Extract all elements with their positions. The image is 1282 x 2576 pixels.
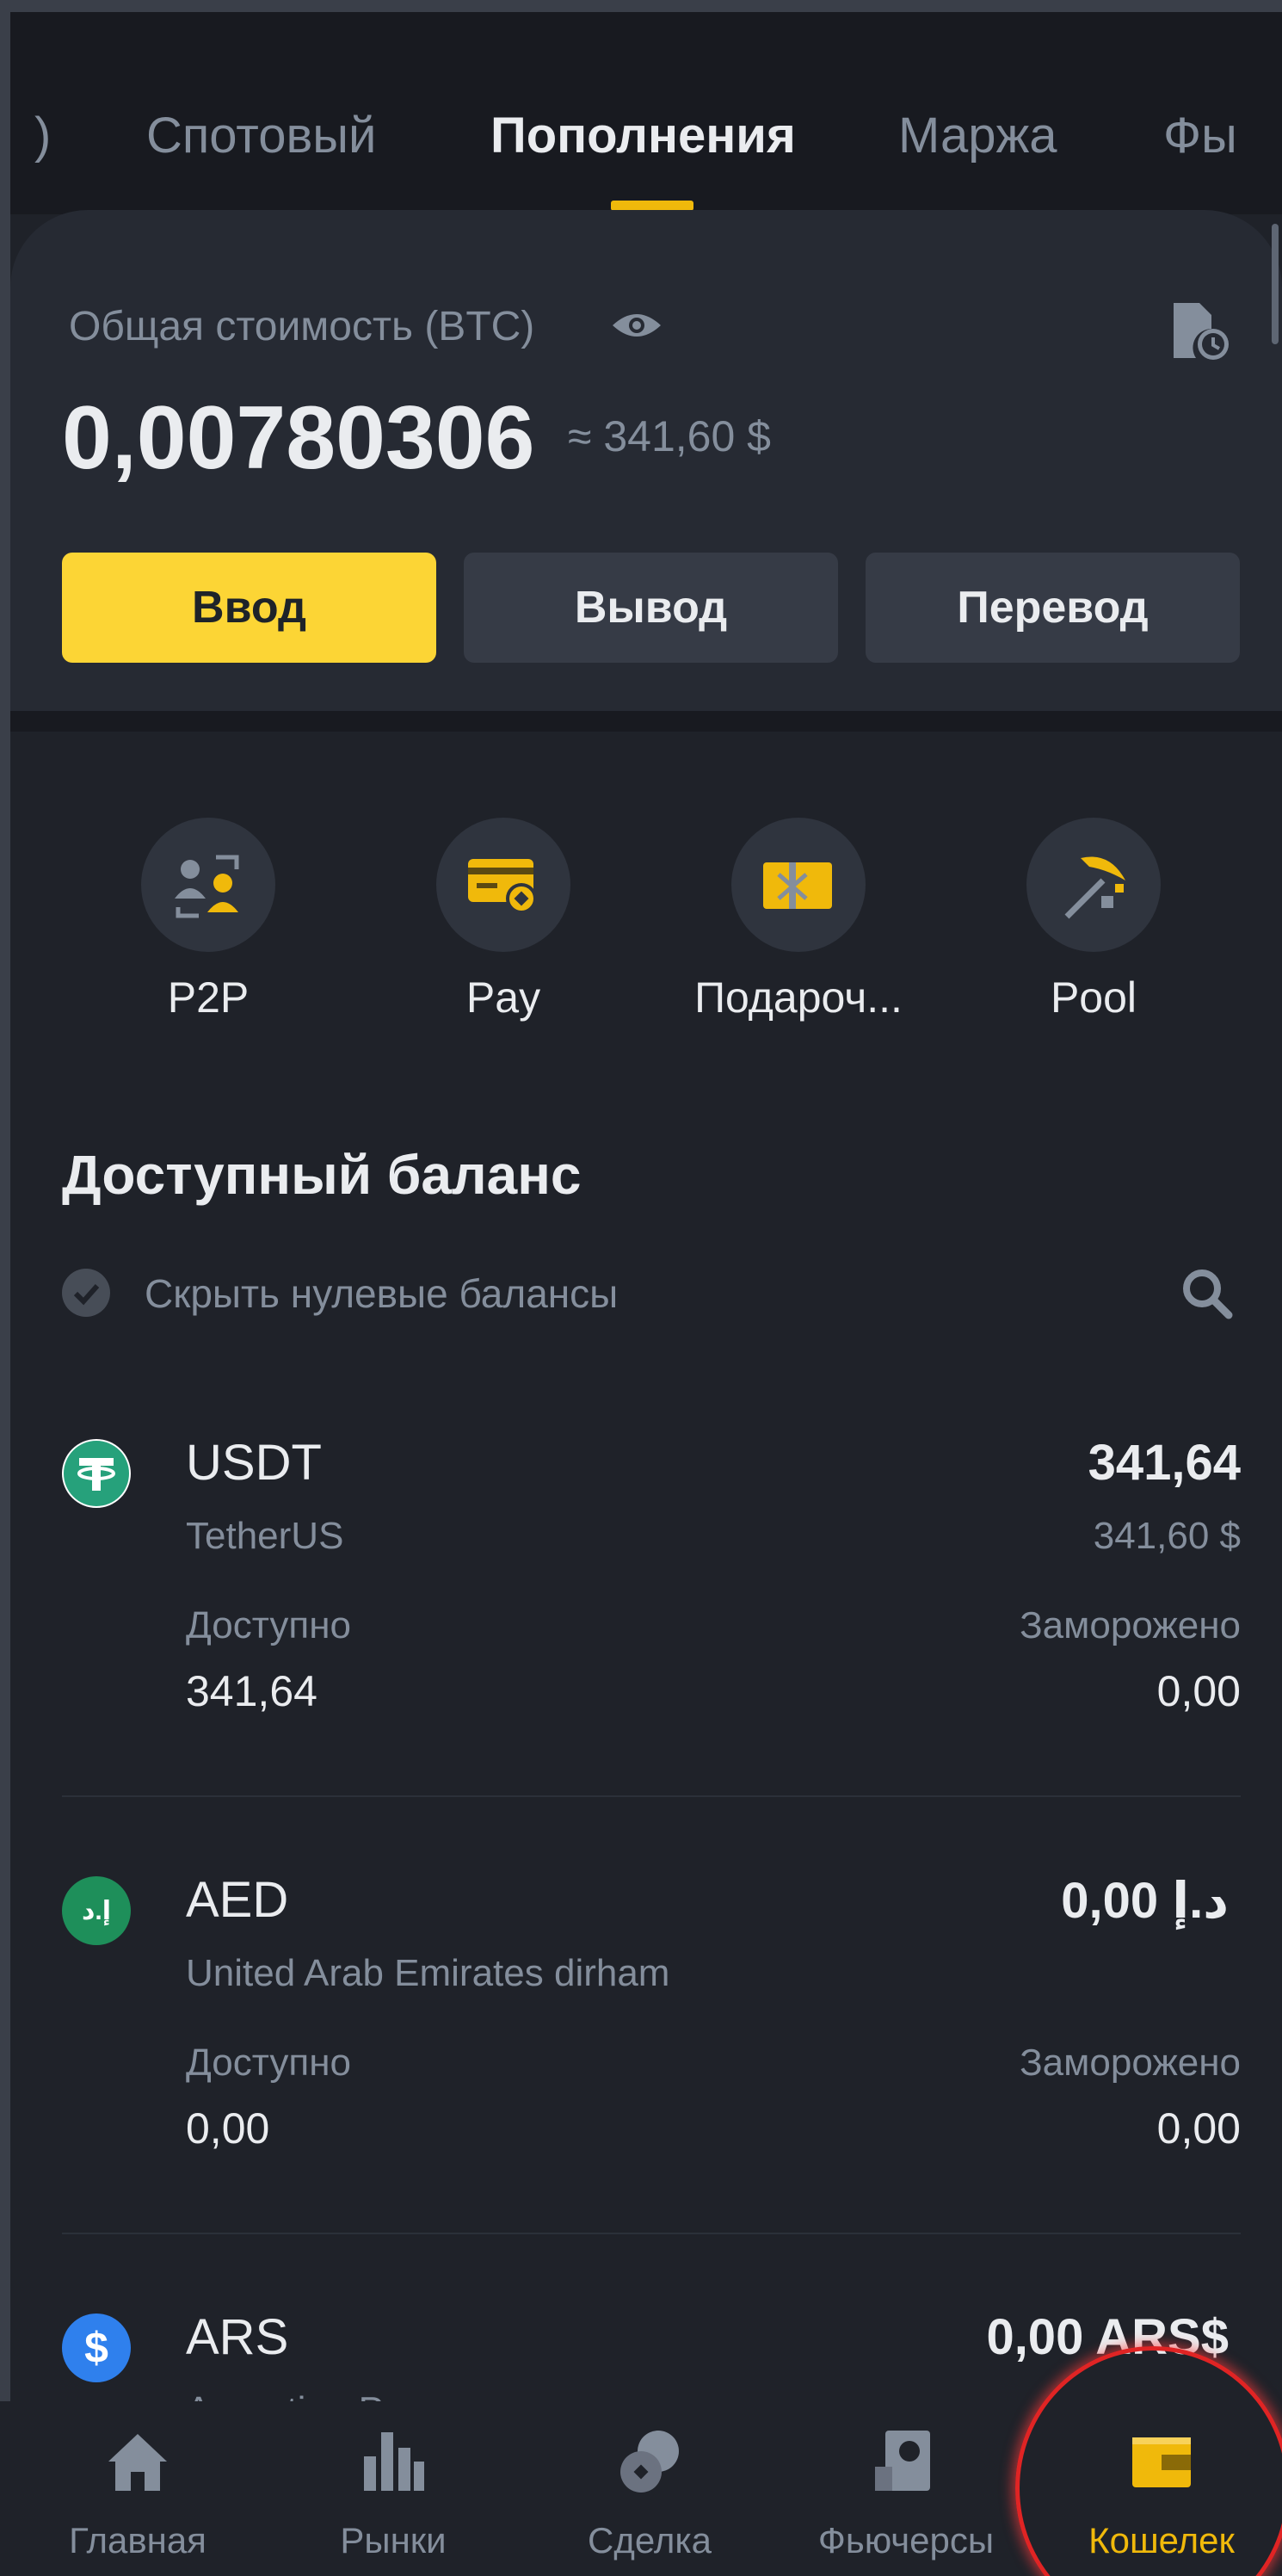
asset-divider (62, 2233, 1241, 2234)
hide-zero-label[interactable]: Скрыть нулевые балансы (145, 1270, 618, 1317)
asset-symbol: ARS (186, 2309, 289, 2365)
futures-icon (875, 2431, 930, 2491)
asset-row-usdt[interactable]: USDT TetherUS 341,64 341,60 $ Доступно 3… (62, 1435, 1241, 1732)
nav-trade-label: Сделка (588, 2520, 712, 2561)
withdraw-button[interactable]: Вывод (464, 553, 838, 663)
asset-row-aed[interactable]: إ.د AED United Arab Emirates dirham 0,00… (62, 1872, 1241, 2169)
asset-name: TetherUS (186, 1515, 344, 1557)
quick-gift-card[interactable]: Подароч... (661, 818, 936, 1033)
p2p-icon (141, 818, 275, 952)
trade-icon (620, 2431, 679, 2493)
nav-home[interactable]: Главная (13, 2427, 262, 2573)
section-separator (10, 711, 1282, 732)
hide-zero-checkbox[interactable] (62, 1269, 110, 1317)
nav-markets-label: Рынки (340, 2520, 447, 2561)
transfer-button[interactable]: Перевод (866, 553, 1240, 663)
tab-spot[interactable]: Спотовый (146, 107, 376, 164)
tab-funding[interactable]: Пополнения (490, 107, 796, 164)
asset-symbol: USDT (186, 1435, 322, 1491)
nav-futures[interactable]: Фьючерсы (781, 2427, 1031, 2573)
quick-gift-card-label: Подароч... (694, 973, 903, 1022)
nav-trade[interactable]: Сделка (525, 2427, 774, 2573)
check-icon (73, 1284, 100, 1306)
asset-symbol: AED (186, 1872, 289, 1928)
tab-margin[interactable]: Маржа (898, 107, 1057, 164)
frozen-label: Заморожено (1020, 2042, 1241, 2084)
wallet-tabs: ) Спотовый Пополнения Маржа Фы (10, 12, 1282, 214)
total-usd-value: ≈ 341,60 $ (568, 412, 771, 460)
pickaxe-icon (1026, 818, 1161, 952)
home-icon (108, 2434, 167, 2491)
history-icon[interactable] (1170, 294, 1230, 363)
frozen-value: 0,00 (1156, 2104, 1241, 2153)
quick-p2p[interactable]: P2P (71, 818, 346, 1033)
ars-coin-icon: $ (62, 2313, 131, 2382)
quick-pay-label: Pay (465, 973, 541, 1022)
asset-divider (62, 1795, 1241, 1797)
asset-amount: 341,64 (1088, 1435, 1241, 1491)
frozen-value: 0,00 (1156, 1667, 1241, 1715)
quick-pay[interactable]: Pay (366, 818, 641, 1033)
available-value: 341,64 (186, 1667, 317, 1715)
pay-card-icon (436, 818, 570, 952)
nav-home-label: Главная (69, 2520, 206, 2561)
asset-usd-value: 341,60 $ (1093, 1515, 1241, 1557)
available-label: Доступно (186, 2042, 352, 2084)
tab-partial-left[interactable]: ) (34, 107, 51, 164)
quick-p2p-label: P2P (167, 973, 250, 1022)
eye-icon[interactable] (611, 308, 663, 343)
deposit-button[interactable]: Ввод (62, 553, 436, 663)
quick-pool[interactable]: Pool (956, 818, 1231, 1033)
nav-markets[interactable]: Рынки (268, 2427, 518, 2573)
markets-icon (364, 2432, 424, 2491)
quick-pool-label: Pool (1050, 973, 1137, 1022)
usdt-coin-icon (62, 1439, 131, 1508)
total-btc-value: 0,00780306 (62, 388, 535, 488)
available-balance-title: Доступный баланс (62, 1144, 582, 1206)
total-value-label: Общая стоимость (BTC) (69, 304, 535, 349)
search-icon[interactable] (1179, 1265, 1234, 1320)
asset-amount: 0,00 د.إ (1061, 1873, 1229, 1929)
top-edge (0, 0, 1282, 12)
tab-futures[interactable]: Фы (1163, 107, 1237, 164)
aed-coin-icon: إ.د (62, 1876, 131, 1945)
scrollbar[interactable] (1272, 224, 1279, 344)
gift-card-icon (731, 818, 866, 952)
frozen-label: Заморожено (1020, 1604, 1241, 1646)
asset-name: United Arab Emirates dirham (186, 1952, 670, 1994)
nav-futures-label: Фьючерсы (817, 2520, 995, 2561)
left-edge (0, 0, 10, 2576)
available-label: Доступно (186, 1604, 352, 1646)
available-value: 0,00 (186, 2104, 270, 2153)
